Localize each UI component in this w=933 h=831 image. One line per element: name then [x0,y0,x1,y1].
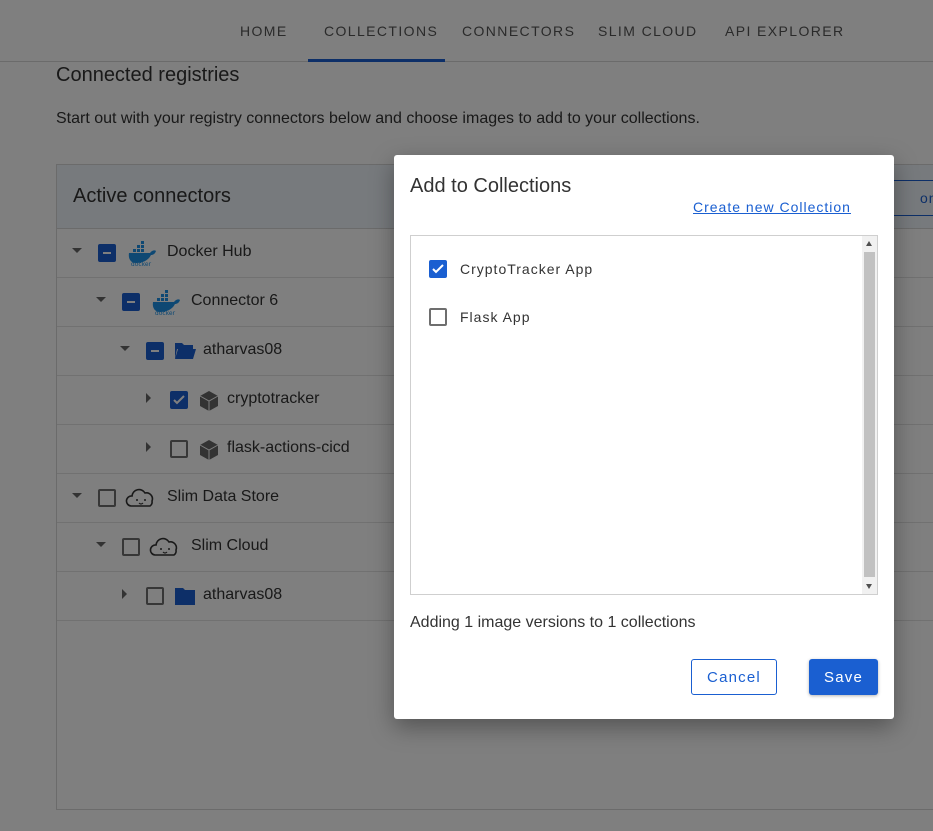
scroll-down-arrow-icon[interactable] [866,584,872,589]
create-new-collection-link[interactable]: Create new Collection [693,199,851,215]
scrollbar-thumb[interactable] [864,252,875,577]
cancel-button[interactable]: Cancel [691,659,777,695]
checkmark-icon [432,264,444,274]
collection-checkbox[interactable] [429,260,447,278]
add-to-collections-dialog: Add to Collections Create new Collection… [394,155,894,719]
scroll-up-arrow-icon[interactable] [866,241,872,246]
collection-checkbox[interactable] [429,308,447,326]
list-scrollbar[interactable] [862,236,877,594]
dialog-title: Add to Collections [410,175,572,197]
collection-label: CryptoTracker App [460,261,594,277]
collection-label: Flask App [460,309,531,325]
collection-item-cryptotracker-app[interactable]: CryptoTracker App [411,248,851,288]
dialog-status-text: Adding 1 image versions to 1 collections [410,614,696,631]
collections-list: CryptoTracker App Flask App [410,235,878,595]
save-button[interactable]: Save [809,659,878,695]
collection-item-flask-app[interactable]: Flask App [411,296,851,336]
